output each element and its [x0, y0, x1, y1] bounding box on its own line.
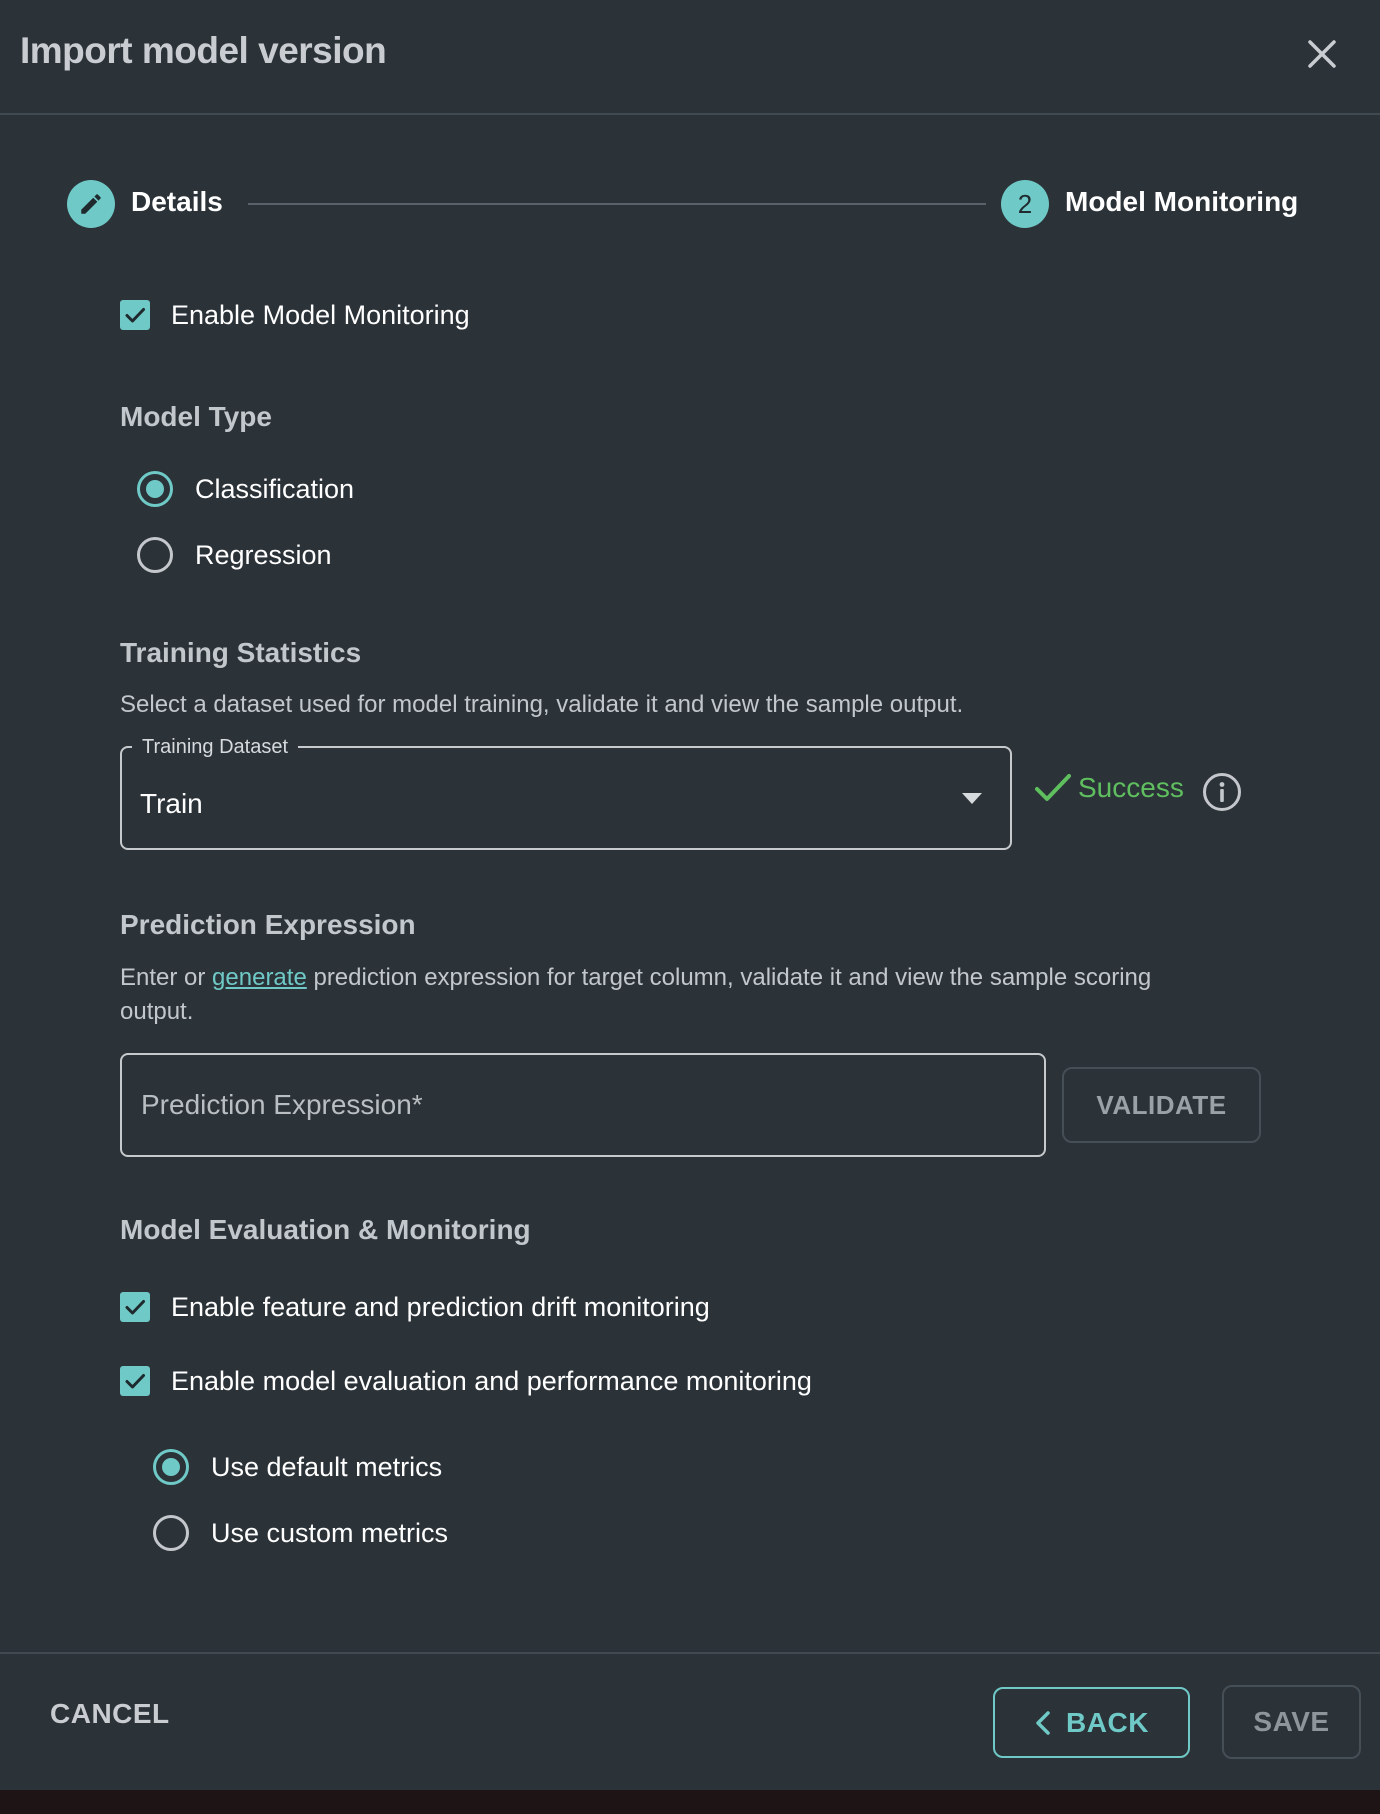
prediction-expression-field — [120, 1053, 1046, 1157]
enable-monitoring-label: Enable Model Monitoring — [171, 300, 470, 330]
evaluation-title: Model Evaluation & Monitoring — [120, 1214, 531, 1245]
training-dataset-select[interactable] — [120, 746, 1012, 850]
pencil-icon — [81, 194, 101, 214]
chevron-left-icon — [1036, 1710, 1050, 1735]
regression-label: Regression — [195, 540, 332, 570]
step-details-indicator — [67, 180, 115, 228]
cancel-button[interactable]: CANCEL — [50, 1698, 170, 1730]
performance-monitoring-label: Enable model evaluation and performance … — [171, 1366, 812, 1396]
prediction-expression-description: Enter or generate prediction expression … — [120, 964, 1152, 1025]
back-button-label: BACK — [1066, 1706, 1149, 1738]
custom-metrics-label: Use custom metrics — [211, 1518, 449, 1548]
header-divider — [0, 113, 1380, 115]
training-dataset-value: Train — [140, 788, 203, 819]
save-button[interactable]: SAVE — [1222, 1685, 1361, 1759]
back-button[interactable]: BACK — [993, 1687, 1190, 1758]
custom-metrics-radio[interactable] — [153, 1515, 189, 1551]
drift-monitoring-label: Enable feature and prediction drift moni… — [171, 1292, 710, 1322]
training-statistics-description: Select a dataset used for model training… — [120, 691, 964, 718]
default-metrics-label: Use default metrics — [211, 1452, 443, 1482]
validate-button[interactable]: VALIDATE — [1062, 1067, 1261, 1143]
step-connector — [248, 203, 986, 205]
training-statistics-title: Training Statistics — [120, 637, 362, 668]
step-model-monitoring-label: Model Monitoring — [1065, 186, 1299, 217]
validation-status: Success — [1034, 772, 1184, 804]
regression-radio[interactable] — [137, 537, 173, 573]
drift-monitoring-checkbox[interactable] — [120, 1292, 150, 1322]
prediction-expression-title: Prediction Expression — [120, 909, 416, 940]
model-type-title: Model Type — [120, 401, 272, 432]
prediction-expression-input[interactable] — [122, 1055, 1044, 1155]
dialog-title: Import model version — [20, 30, 387, 71]
step-model-monitoring-indicator: 2 — [1001, 180, 1049, 228]
enable-monitoring-checkbox[interactable] — [120, 300, 150, 330]
check-icon — [1035, 774, 1071, 801]
classification-label: Classification — [195, 474, 355, 504]
performance-monitoring-checkbox[interactable] — [120, 1366, 150, 1396]
info-icon[interactable] — [1202, 772, 1242, 812]
step-details-label: Details — [131, 186, 223, 217]
chevron-down-icon[interactable] — [962, 793, 982, 804]
close-icon[interactable] — [1302, 34, 1342, 74]
generate-link[interactable]: generate — [212, 964, 307, 991]
classification-radio[interactable] — [137, 471, 173, 507]
training-dataset-label: Training Dataset — [132, 736, 298, 759]
footer-divider — [0, 1652, 1380, 1654]
default-metrics-radio[interactable] — [153, 1449, 189, 1485]
taskbar-strip — [0, 1790, 1380, 1814]
validation-status-text: Success — [1078, 772, 1184, 803]
